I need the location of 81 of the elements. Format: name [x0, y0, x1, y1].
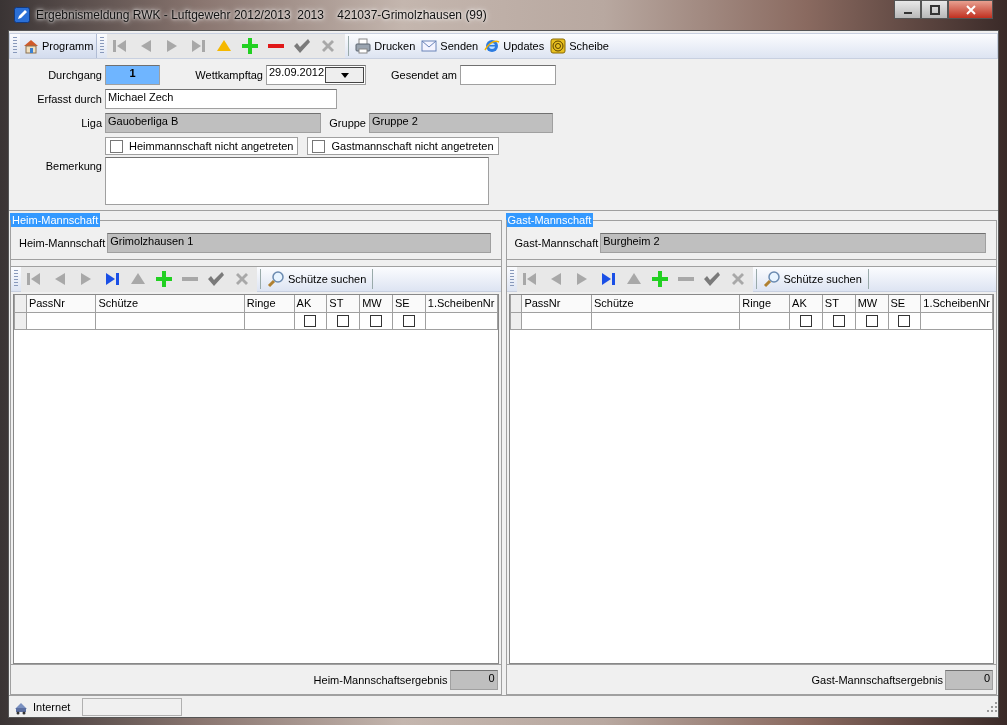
field-label: Durchgang [47, 69, 103, 81]
checkbox-label: Heimmannschaft nicht angetreten [129, 140, 294, 152]
programm-button[interactable]: Programm [20, 34, 98, 58]
field-label: Gast-Mannschaft [514, 237, 599, 249]
column-header[interactable]: PassNr [521, 295, 592, 312]
field-label: Gruppe [328, 117, 367, 129]
field-label: Erfasst durch [36, 93, 103, 105]
checkbox[interactable] [898, 315, 911, 328]
sent-date-field[interactable] [460, 65, 556, 85]
column-header[interactable]: 1.ScheibenNr [425, 295, 497, 312]
envelope-icon [421, 38, 438, 54]
checkbox[interactable] [865, 315, 878, 328]
column-header[interactable]: Ringe [244, 295, 295, 312]
field-label: Liga [80, 117, 103, 129]
column-header[interactable]: AK [294, 295, 327, 312]
result-label: Gast-Mannschaftsergebnis [811, 673, 943, 686]
column-header[interactable]: Schütze [95, 295, 245, 312]
window-title: Ergebnismeldung RWK - Luftgewehr 2012/2013 2013 421037-Grimolzhausen (99) [36, 8, 487, 22]
field-label: Heim-Mannschaft [19, 237, 106, 249]
column-header[interactable]: SE [392, 295, 426, 312]
remark-field[interactable] [105, 157, 489, 205]
team-field: Grimolzhausen 1 [107, 233, 491, 253]
checkbox[interactable] [304, 315, 317, 328]
search-icon [267, 270, 285, 288]
maximize-button[interactable] [921, 0, 948, 19]
plus-icon[interactable] [650, 270, 669, 288]
checkbox[interactable] [337, 315, 350, 328]
league-field: Gauoberliga B [105, 113, 321, 133]
result-field: 0 [945, 669, 993, 690]
app-icon [14, 7, 30, 23]
globe-icon [484, 38, 501, 54]
checkbox[interactable] [402, 315, 415, 328]
search-shooter-button[interactable]: Schütze suchen [759, 268, 865, 290]
checkbox[interactable] [312, 139, 326, 153]
column-header[interactable]: SE [888, 295, 921, 312]
column-header[interactable]: MW [359, 295, 393, 312]
minimize-icon [902, 12, 913, 14]
group-legend: Heim-Mannschaft [10, 213, 101, 227]
checkbox[interactable] [370, 315, 383, 328]
search-icon [762, 270, 781, 288]
checkbox[interactable] [799, 315, 812, 328]
printer-icon [355, 38, 372, 54]
field-label: Bemerkung [44, 159, 103, 172]
column-header[interactable]: Ringe [739, 295, 790, 312]
send-button[interactable]: Senden [418, 36, 482, 56]
plus-icon[interactable] [155, 270, 173, 288]
field-label: Gesendet am [389, 69, 458, 81]
column-header[interactable]: PassNr [26, 295, 96, 312]
checkbox[interactable] [832, 315, 845, 328]
column-header[interactable]: MW [855, 295, 888, 312]
close-button[interactable] [948, 0, 993, 19]
team-field: Burgheim 2 [600, 233, 986, 253]
group-field: Gruppe 2 [369, 113, 553, 133]
result-label: Heim-Mannschaftsergebnis [313, 673, 448, 686]
column-header[interactable]: AK [789, 295, 823, 312]
updates-button[interactable]: Updates [481, 36, 548, 56]
checkbox-label: Gastmannschaft nicht angetreten [331, 140, 494, 152]
status-text: Internet [33, 700, 71, 713]
column-header[interactable]: Schütze [591, 295, 740, 312]
close-icon [965, 4, 976, 15]
column-header[interactable]: ST [822, 295, 856, 312]
column-header[interactable]: ST [326, 295, 360, 312]
minimize-button[interactable] [894, 0, 921, 19]
field-label: Wettkampftag [194, 69, 264, 81]
plus-icon[interactable] [241, 37, 260, 55]
print-button[interactable]: Drucken [352, 36, 419, 56]
column-header[interactable]: 1.ScheibenNr [920, 295, 993, 312]
target-button[interactable]: Scheibe [547, 36, 612, 56]
recorded-by-field[interactable]: Michael Zech [105, 89, 337, 109]
target-icon [550, 38, 567, 54]
group-legend: Gast-Mannschaft [505, 213, 594, 227]
house-icon [23, 38, 39, 54]
caret-icon [340, 72, 349, 78]
result-field: 0 [449, 669, 498, 690]
date-dropdown[interactable]: 29.09.2012 [266, 65, 366, 85]
checkbox[interactable] [110, 139, 123, 153]
maximize-icon [929, 4, 940, 15]
durchgang-field[interactable]: 1 [105, 65, 160, 85]
skip-to-end-icon[interactable] [103, 270, 121, 288]
resize-grip-icon[interactable] [986, 700, 998, 713]
search-shooter-button[interactable]: Schütze suchen [264, 268, 370, 290]
